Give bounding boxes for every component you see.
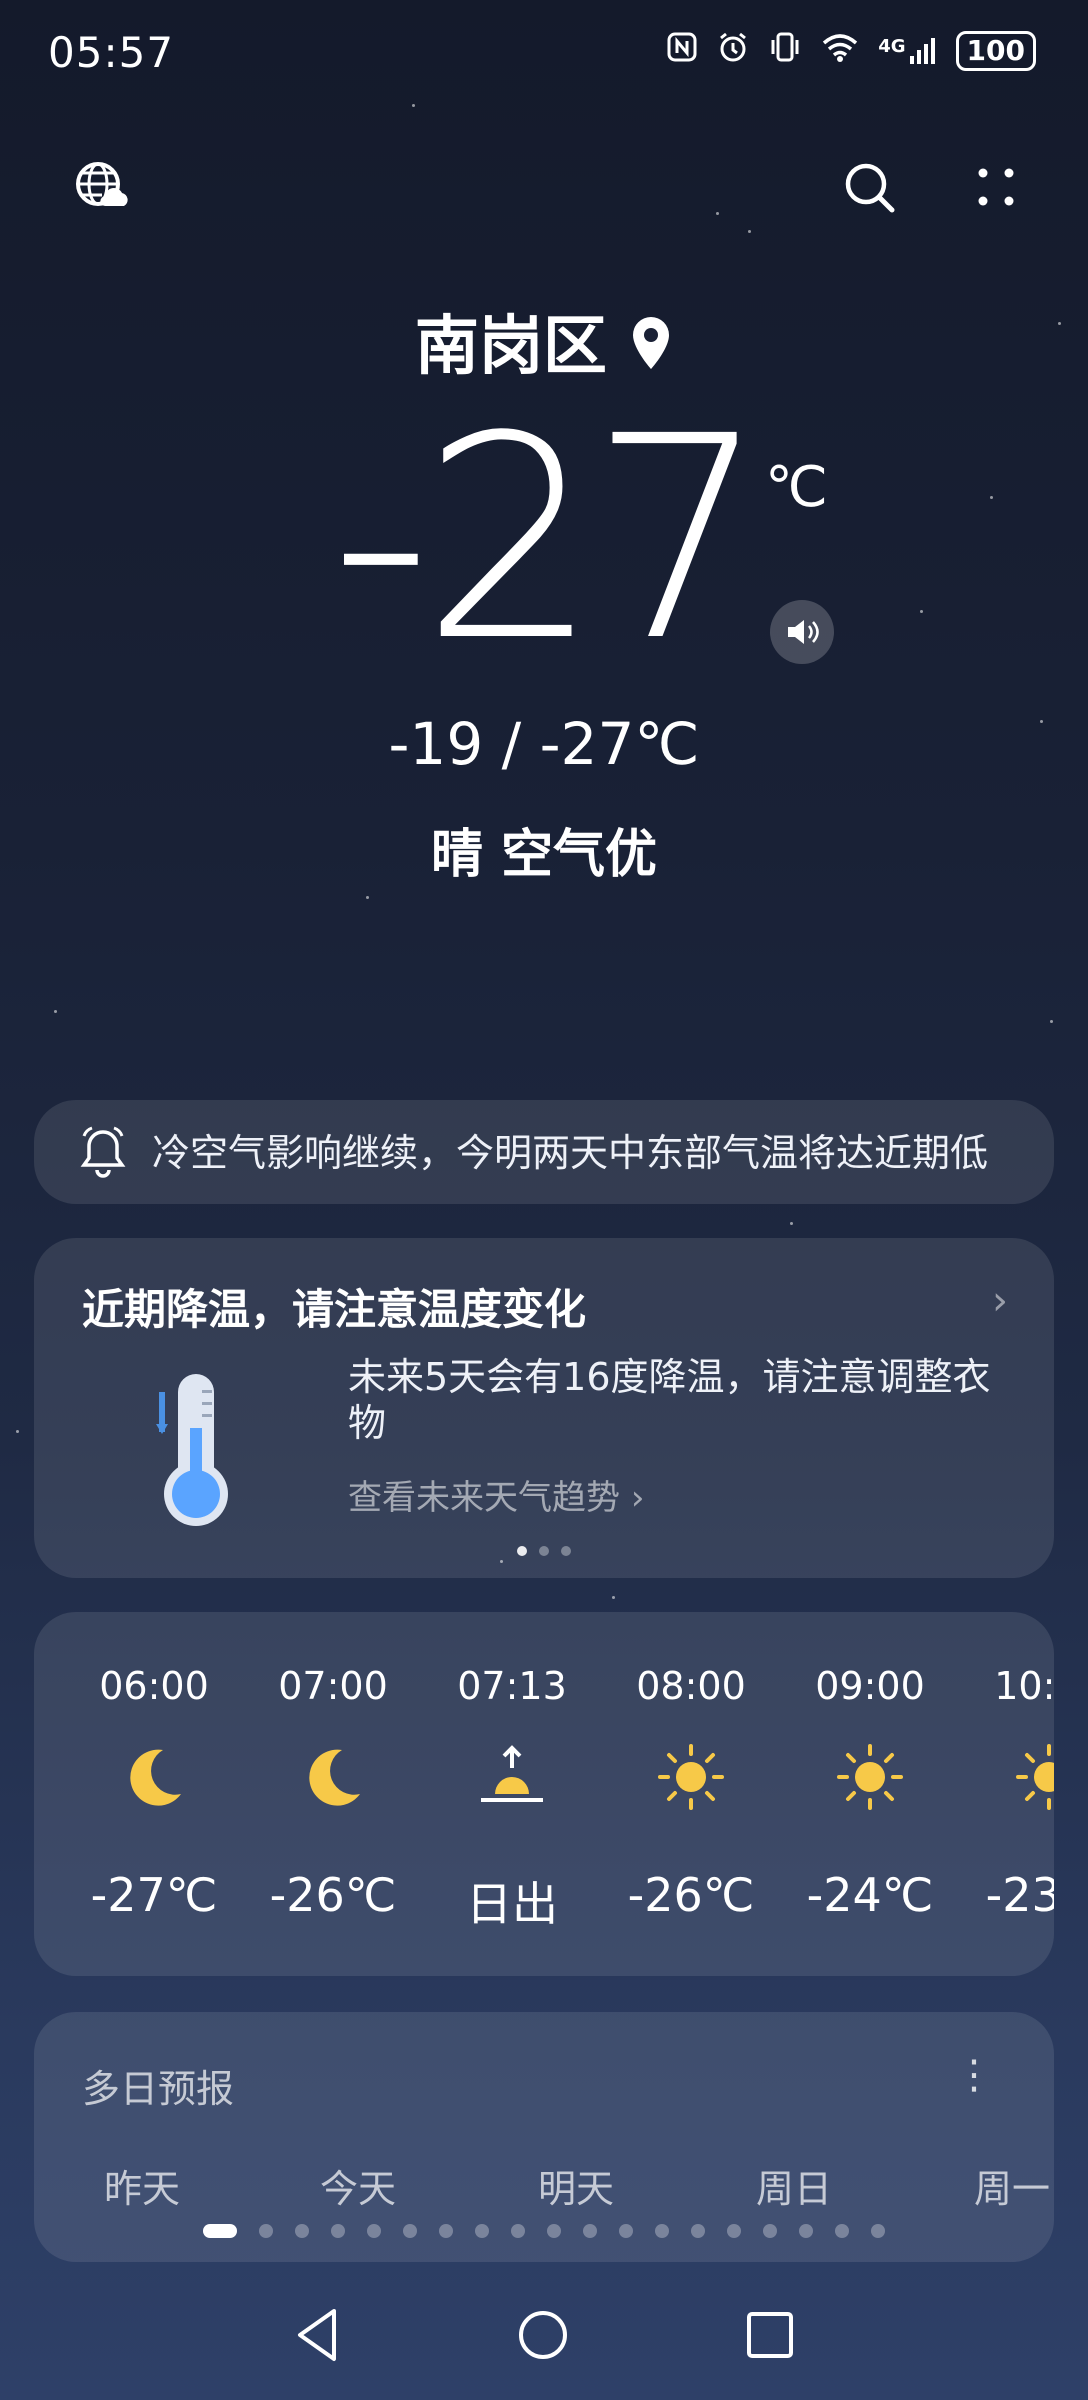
network-type: 4G (878, 36, 906, 57)
navigation-bar (0, 2305, 1088, 2375)
vibrate-icon (768, 30, 802, 72)
battery-indicator: 100 (955, 31, 1036, 71)
back-icon[interactable] (290, 2305, 346, 2365)
current-temperature: -27 (330, 377, 767, 703)
speaker-button[interactable] (770, 600, 834, 664)
sun-icon (837, 1744, 903, 1810)
tip-title: 近期降温，请注意温度变化 (82, 1285, 587, 1334)
sun-icon (1016, 1744, 1054, 1810)
search-icon[interactable] (838, 156, 902, 220)
tip-link[interactable]: 查看未来天气趋势 › (348, 1470, 644, 1519)
weather-condition: 晴 空气优 (430, 825, 658, 885)
alert-text: 冷空气影响继续，今明两天中东部气温将达近期低 (152, 1131, 989, 1175)
hour-temp: -26℃ (627, 1868, 755, 1922)
bell-icon (78, 1124, 128, 1184)
hour-temp: -24℃ (806, 1868, 934, 1922)
temperature-unit: ℃ (765, 455, 828, 520)
moon-icon (309, 1749, 360, 1806)
day-label: 周日 (756, 2167, 833, 2211)
more-icon[interactable] (964, 156, 1028, 220)
signal-icon: 4G (878, 36, 937, 66)
status-time: 05:57 (48, 28, 175, 77)
sunrise-icon (481, 1745, 543, 1802)
day-label: 今天 (320, 2167, 397, 2211)
hourly-forecast[interactable]: 06:00 -27℃ 07:00 -26℃ 07:13 日出 08:00 -26… (34, 1612, 1054, 1976)
sun-icon (658, 1744, 724, 1810)
location-title[interactable]: 南岗区 (0, 295, 1088, 387)
tip-body: 未来5天会有16度降温，请注意调整衣物 (348, 1355, 991, 1445)
hour-time: 09:00 (815, 1664, 925, 1708)
wifi-icon (820, 31, 860, 71)
status-icons: 4G 100 (666, 30, 1036, 72)
day-label: 明天 (538, 2167, 615, 2211)
hour-time: 06:00 (99, 1664, 209, 1708)
city-name: 南岗区 (414, 310, 607, 384)
weather-alert-banner[interactable]: 冷空气影响继续，今明两天中东部气温将达近期低 (34, 1100, 1054, 1204)
hour-temp: 日出 (466, 1877, 558, 1931)
day-label: 周一 (974, 2167, 1051, 2211)
recents-icon[interactable] (742, 2307, 798, 2363)
thermometer-icon (152, 1368, 232, 1532)
multi-day-title: 多日预报 (82, 2067, 235, 2111)
nfc-icon (666, 31, 698, 71)
temperature-tip-card[interactable]: 近期降温，请注意温度变化 › 未来5天会有16度降温，请注意调整衣物 查看未来天… (34, 1238, 1054, 1578)
hour-temp: -27℃ (90, 1868, 218, 1922)
speaker-icon (788, 620, 819, 644)
tip-pager (34, 1546, 1054, 1556)
chevron-right-icon: › (630, 1478, 645, 1518)
hour-temp: -23℃ (985, 1868, 1054, 1922)
tip-link-label: 查看未来天气趋势 (348, 1478, 620, 1518)
city-pager[interactable] (0, 2224, 1088, 2238)
hour-time: 10:00 (994, 1664, 1054, 1708)
alarm-icon (716, 30, 750, 72)
chevron-right-icon: › (992, 1278, 1008, 1324)
day-label: 昨天 (104, 2167, 181, 2211)
more-vertical-icon[interactable]: ⋮ (954, 2052, 994, 2098)
globe-cloud-icon[interactable] (70, 156, 134, 220)
hour-temp: -26℃ (269, 1868, 397, 1922)
hour-time: 07:13 (457, 1664, 567, 1708)
home-icon[interactable] (513, 2305, 573, 2365)
moon-icon (130, 1749, 181, 1806)
temperature-range: -19 / -27℃ (388, 710, 700, 778)
hour-time: 08:00 (636, 1664, 746, 1708)
hour-time: 07:00 (278, 1664, 388, 1708)
